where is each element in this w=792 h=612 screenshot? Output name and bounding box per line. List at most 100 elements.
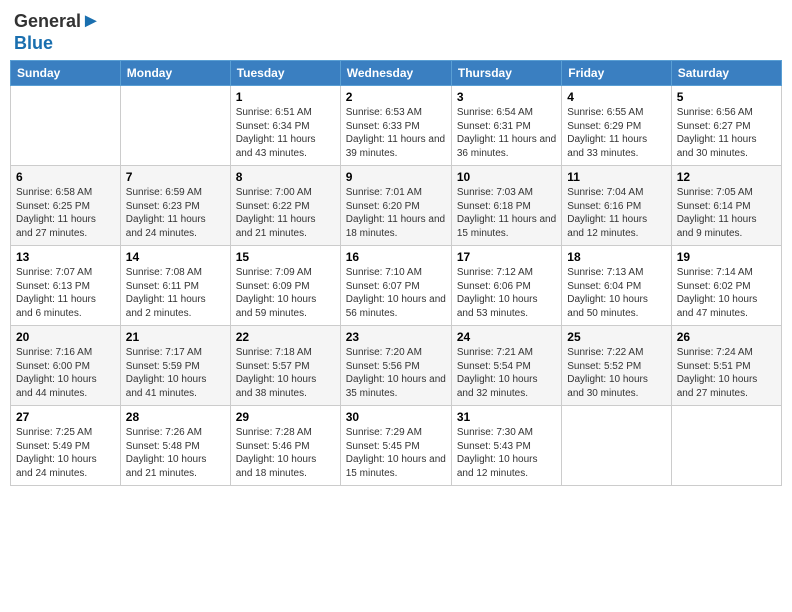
day-info: Sunrise: 7:13 AMSunset: 6:04 PMDaylight:… — [567, 266, 665, 320]
day-info: Sunrise: 7:10 AMSunset: 6:07 PMDaylight:… — [346, 266, 446, 320]
day-number: 2 — [346, 90, 446, 104]
day-info: Sunrise: 7:24 AMSunset: 5:51 PMDaylight:… — [677, 346, 776, 400]
day-info: Sunrise: 7:22 AMSunset: 5:52 PMDaylight:… — [567, 346, 665, 400]
weekday-header: Sunday — [11, 61, 121, 86]
day-number: 16 — [346, 250, 446, 264]
calendar-cell: 8 Sunrise: 7:00 AMSunset: 6:22 PMDaylight… — [230, 166, 340, 246]
day-number: 25 — [567, 330, 665, 344]
day-number: 11 — [567, 170, 665, 184]
day-info: Sunrise: 7:01 AMSunset: 6:20 PMDaylight:… — [346, 186, 446, 240]
day-info: Sunrise: 7:09 AMSunset: 6:09 PMDaylight:… — [236, 266, 335, 320]
day-info: Sunrise: 7:07 AMSunset: 6:13 PMDaylight:… — [16, 266, 115, 320]
day-number: 15 — [236, 250, 335, 264]
day-info: Sunrise: 7:00 AMSunset: 6:22 PMDaylight:… — [236, 186, 335, 240]
day-number: 9 — [346, 170, 446, 184]
calendar-cell: 27 Sunrise: 7:25 AMSunset: 5:49 PMDayligh… — [11, 406, 121, 486]
logo-blue: Blue — [14, 33, 53, 53]
day-info: Sunrise: 7:03 AMSunset: 6:18 PMDaylight:… — [457, 186, 556, 240]
day-number: 30 — [346, 410, 446, 424]
weekday-header: Tuesday — [230, 61, 340, 86]
calendar-cell: 6Sunrise: 6:58 AMSunset: 6:25 PMDaylight… — [11, 166, 121, 246]
day-number: 17 — [457, 250, 556, 264]
calendar-cell: 29 Sunrise: 7:28 AMSunset: 5:46 PMDayligh… — [230, 406, 340, 486]
day-info: Sunrise: 7:29 AMSunset: 5:45 PMDaylight:… — [346, 426, 446, 480]
day-info: Sunrise: 7:30 AMSunset: 5:43 PMDaylight:… — [457, 426, 556, 480]
day-number: 28 — [126, 410, 225, 424]
day-info: Sunrise: 7:18 AMSunset: 5:57 PMDaylight:… — [236, 346, 335, 400]
calendar-cell: 23Sunrise: 7:20 AMSunset: 5:56 PMDayligh… — [340, 326, 451, 406]
day-number: 8 — [236, 170, 335, 184]
calendar-cell: 2 Sunrise: 6:53 AMSunset: 6:33 PMDaylight… — [340, 86, 451, 166]
day-info: Sunrise: 7:04 AMSunset: 6:16 PMDaylight:… — [567, 186, 665, 240]
calendar-table: SundayMondayTuesdayWednesdayThursdayFrid… — [10, 60, 782, 486]
day-info: Sunrise: 6:55 AMSunset: 6:29 PMDaylight:… — [567, 106, 665, 160]
day-info: Sunrise: 7:16 AMSunset: 6:00 PMDaylight:… — [16, 346, 115, 400]
calendar-cell: 30 Sunrise: 7:29 AMSunset: 5:45 PMDayligh… — [340, 406, 451, 486]
day-number: 10 — [457, 170, 556, 184]
day-number: 7 — [126, 170, 225, 184]
calendar-cell: 21 Sunrise: 7:17 AMSunset: 5:59 PMDayligh… — [120, 326, 230, 406]
calendar-cell: 20 Sunrise: 7:16 AMSunset: 6:00 PMDayligh… — [11, 326, 121, 406]
day-info: Sunrise: 7:25 AMSunset: 5:49 PMDaylight:… — [16, 426, 115, 480]
calendar-cell — [120, 86, 230, 166]
calendar-cell: 24Sunrise: 7:21 AMSunset: 5:54 PMDayligh… — [451, 326, 561, 406]
day-number: 4 — [567, 90, 665, 104]
calendar-cell: 31 Sunrise: 7:30 AMSunset: 5:43 PMDayligh… — [451, 406, 561, 486]
day-info: Sunrise: 6:56 AMSunset: 6:27 PMDaylight:… — [677, 106, 776, 160]
calendar-cell: 18 Sunrise: 7:13 AMSunset: 6:04 PMDayligh… — [562, 246, 671, 326]
weekday-header: Saturday — [671, 61, 781, 86]
calendar-cell — [11, 86, 121, 166]
logo-general: General — [14, 11, 81, 31]
day-number: 1 — [236, 90, 335, 104]
calendar-cell: 19Sunrise: 7:14 AMSunset: 6:02 PMDayligh… — [671, 246, 781, 326]
day-info: Sunrise: 7:17 AMSunset: 5:59 PMDaylight:… — [126, 346, 225, 400]
day-info: Sunrise: 6:54 AMSunset: 6:31 PMDaylight:… — [457, 106, 556, 160]
calendar-cell: 10 Sunrise: 7:03 AMSunset: 6:18 PMDayligh… — [451, 166, 561, 246]
weekday-header: Friday — [562, 61, 671, 86]
calendar-cell: 12 Sunrise: 7:05 AMSunset: 6:14 PMDayligh… — [671, 166, 781, 246]
calendar-cell: 28 Sunrise: 7:26 AMSunset: 5:48 PMDayligh… — [120, 406, 230, 486]
calendar-cell: 16 Sunrise: 7:10 AMSunset: 6:07 PMDayligh… — [340, 246, 451, 326]
calendar-cell: 13 Sunrise: 7:07 AMSunset: 6:13 PMDayligh… — [11, 246, 121, 326]
day-number: 13 — [16, 250, 115, 264]
calendar-cell — [562, 406, 671, 486]
day-number: 27 — [16, 410, 115, 424]
day-number: 29 — [236, 410, 335, 424]
day-number: 3 — [457, 90, 556, 104]
day-number: 12 — [677, 170, 776, 184]
calendar-cell: 22 Sunrise: 7:18 AMSunset: 5:57 PMDayligh… — [230, 326, 340, 406]
calendar-cell: 26 Sunrise: 7:24 AMSunset: 5:51 PMDayligh… — [671, 326, 781, 406]
day-info: Sunrise: 7:21 AMSunset: 5:54 PMDaylight:… — [457, 346, 556, 400]
calendar-cell: 14 Sunrise: 7:08 AMSunset: 6:11 PMDayligh… — [120, 246, 230, 326]
calendar-cell: 1 Sunrise: 6:51 AMSunset: 6:34 PMDaylight… — [230, 86, 340, 166]
day-info: Sunrise: 7:26 AMSunset: 5:48 PMDaylight:… — [126, 426, 225, 480]
calendar-cell: 15 Sunrise: 7:09 AMSunset: 6:09 PMDayligh… — [230, 246, 340, 326]
calendar-cell: 11 Sunrise: 7:04 AMSunset: 6:16 PMDayligh… — [562, 166, 671, 246]
page-header: General► Blue — [10, 10, 782, 54]
logo-text: General► Blue — [14, 10, 101, 54]
day-number: 31 — [457, 410, 556, 424]
day-info: Sunrise: 6:58 AMSunset: 6:25 PMDaylight:… — [16, 186, 115, 240]
day-number: 26 — [677, 330, 776, 344]
day-number: 22 — [236, 330, 335, 344]
day-info: Sunrise: 6:59 AMSunset: 6:23 PMDaylight:… — [126, 186, 225, 240]
calendar-cell: 3 Sunrise: 6:54 AMSunset: 6:31 PMDaylight… — [451, 86, 561, 166]
day-info: Sunrise: 7:12 AMSunset: 6:06 PMDaylight:… — [457, 266, 556, 320]
day-info: Sunrise: 7:28 AMSunset: 5:46 PMDaylight:… — [236, 426, 335, 480]
day-number: 5 — [677, 90, 776, 104]
logo: General► Blue — [14, 10, 101, 54]
day-info: Sunrise: 7:05 AMSunset: 6:14 PMDaylight:… — [677, 186, 776, 240]
day-number: 21 — [126, 330, 225, 344]
day-number: 18 — [567, 250, 665, 264]
day-number: 20 — [16, 330, 115, 344]
calendar-cell — [671, 406, 781, 486]
day-info: Sunrise: 7:08 AMSunset: 6:11 PMDaylight:… — [126, 266, 225, 320]
day-info: Sunrise: 6:53 AMSunset: 6:33 PMDaylight:… — [346, 106, 446, 160]
day-info: Sunrise: 6:51 AMSunset: 6:34 PMDaylight:… — [236, 106, 335, 160]
calendar-cell: 17 Sunrise: 7:12 AMSunset: 6:06 PMDayligh… — [451, 246, 561, 326]
day-number: 14 — [126, 250, 225, 264]
day-number: 23 — [346, 330, 446, 344]
weekday-header: Wednesday — [340, 61, 451, 86]
calendar-cell: 7 Sunrise: 6:59 AMSunset: 6:23 PMDaylight… — [120, 166, 230, 246]
weekday-header: Thursday — [451, 61, 561, 86]
